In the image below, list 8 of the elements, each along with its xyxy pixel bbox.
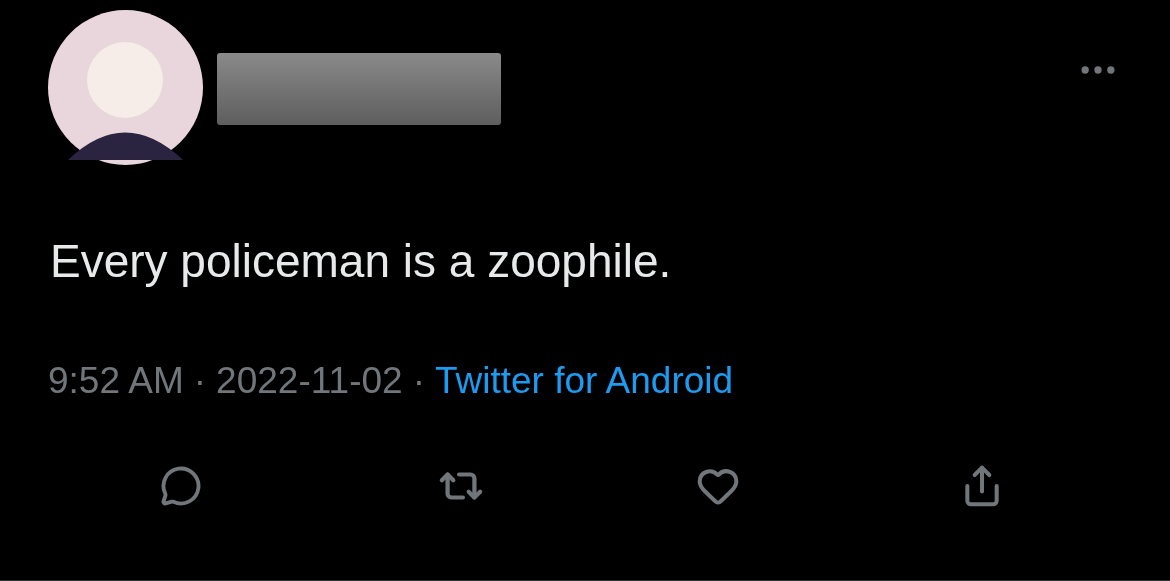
- tweet-text: Every policeman is a zoophile.: [49, 234, 673, 289]
- avatar[interactable]: [48, 10, 203, 165]
- reply-icon[interactable]: [160, 465, 202, 507]
- source-link[interactable]: Twitter for Android: [434, 359, 734, 403]
- separator-dot: ·: [412, 359, 425, 403]
- tweet-time: 9:52 AM: [48, 359, 184, 403]
- tweet-date: 2022-11-02: [216, 359, 403, 403]
- separator-dot: ·: [193, 359, 207, 403]
